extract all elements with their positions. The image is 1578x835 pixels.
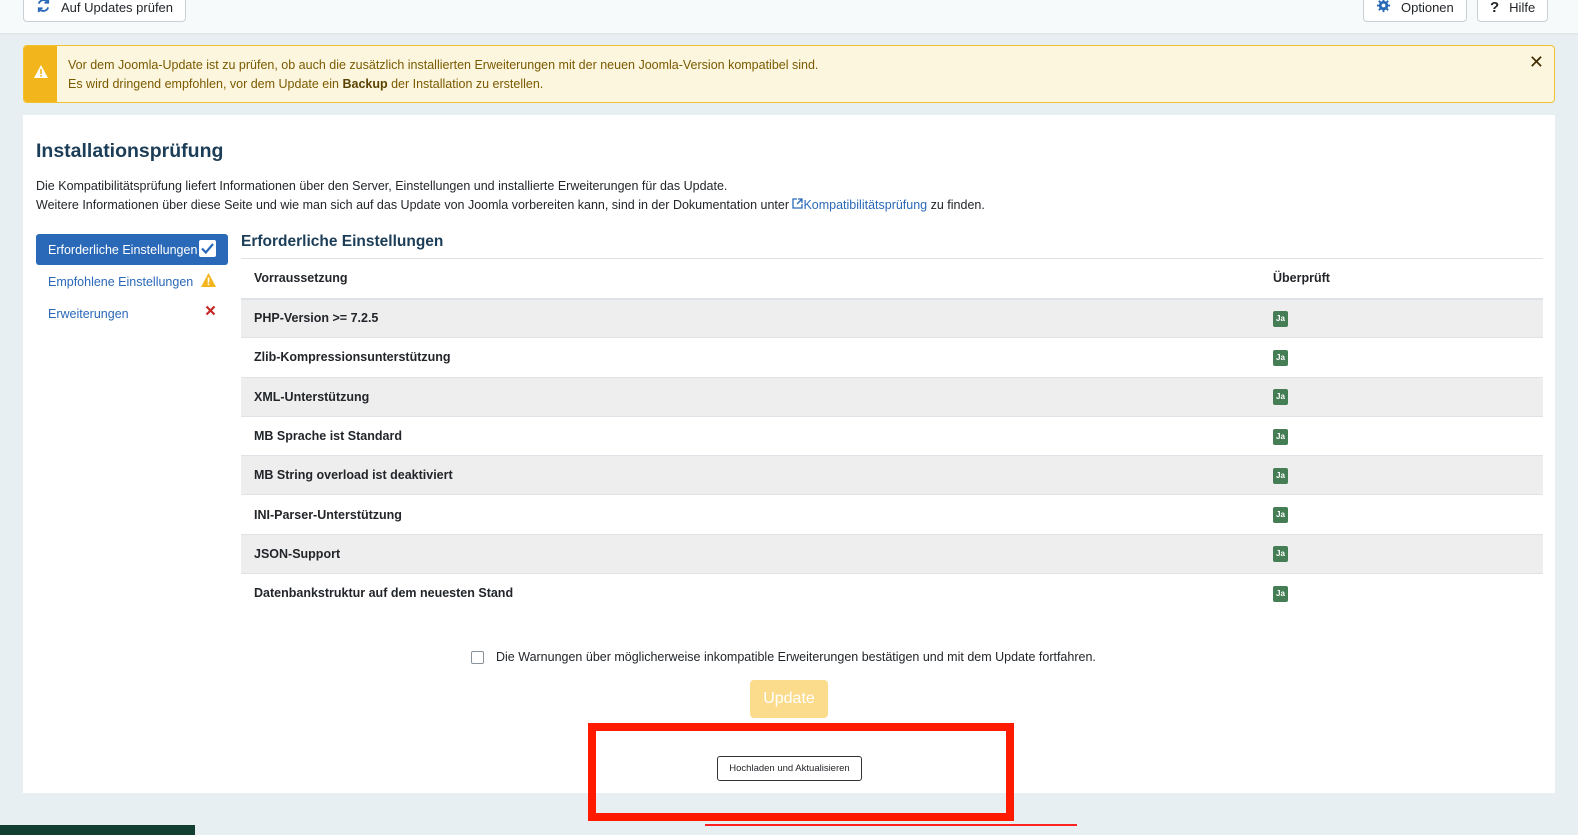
requirement-name: Datenbankstruktur auf dem neuesten Stand xyxy=(241,573,1260,613)
requirement-name: XML-Unterstützung xyxy=(241,376,1260,417)
check-icon xyxy=(199,240,216,257)
requirements-table: Vorraussetzung Überprüft PHP-Version >= … xyxy=(241,258,1543,613)
status-badge: Ja xyxy=(1273,428,1288,445)
requirement-name: PHP-Version >= 7.2.5 xyxy=(241,297,1260,338)
table-row: MB Sprache ist Standard Ja xyxy=(241,415,1543,456)
confirm-row: Die Warnungen über möglicherweise inkomp… xyxy=(471,650,1096,664)
confirm-checkbox[interactable] xyxy=(471,650,484,664)
alert-line-1: Vor dem Joomla-Update ist zu prüfen, ob … xyxy=(68,58,819,72)
gear-icon xyxy=(1376,0,1391,16)
status-badge: Ja xyxy=(1273,310,1288,327)
alert-line-2: Es wird dringend empfohlen, vor dem Upda… xyxy=(68,75,818,94)
alert-stripe xyxy=(24,46,57,102)
status-badge: Ja xyxy=(1273,349,1288,366)
installation-check-card: Installationsprüfung Die Kompatibilitäts… xyxy=(23,115,1555,793)
status-badge: Ja xyxy=(1273,546,1288,563)
table-row: INI-Parser-Unterstützung Ja xyxy=(241,494,1543,535)
toolbar: Auf Updates prüfen Optionen ? Hilfe xyxy=(0,0,1578,33)
section-title: Erforderliche Einstellungen xyxy=(241,233,444,250)
highlight-box xyxy=(588,723,1014,821)
table-header-row: Vorraussetzung Überprüft xyxy=(241,258,1543,300)
confirm-label: Die Warnungen über möglicherweise inkomp… xyxy=(496,650,1096,664)
requirement-name: MB String overload ist deaktiviert xyxy=(241,455,1260,495)
close-icon[interactable]: ✕ xyxy=(1529,52,1544,73)
requirement-name: Zlib-Kompressionsunterstützung xyxy=(241,337,1260,378)
desc-line-2-pre: Weitere Informationen über diese Seite u… xyxy=(36,198,793,212)
compat-doc-link-label: Kompatibilitätsprüfung xyxy=(803,198,928,212)
sidebar-item-label: Erweiterungen xyxy=(48,306,129,321)
sidebar-item-required[interactable]: Erforderliche Einstellungen xyxy=(36,234,228,265)
col-requirement: Vorraussetzung xyxy=(241,258,1260,300)
footer-bar xyxy=(0,825,195,835)
red-underline xyxy=(705,824,1077,826)
sidebar-item-recommended[interactable]: Empfohlene Einstellungen xyxy=(36,266,228,297)
table-row: JSON-Support Ja xyxy=(241,533,1543,574)
col-checked: Überprüft xyxy=(1260,258,1543,300)
options-label: Optionen xyxy=(1401,0,1454,15)
warning-icon xyxy=(33,65,48,83)
sidebar-item-label: Empfohlene Einstellungen xyxy=(48,274,194,289)
help-label: Hilfe xyxy=(1509,0,1536,15)
alert-text: Vor dem Joomla-Update ist zu prüfen, ob … xyxy=(68,56,818,94)
table-row: PHP-Version >= 7.2.5 Ja xyxy=(241,297,1543,338)
options-button[interactable]: Optionen xyxy=(1363,0,1467,22)
desc-line-2: Weitere Informationen über diese Seite u… xyxy=(36,196,985,215)
help-button[interactable]: ? Hilfe xyxy=(1477,0,1549,22)
status-badge: Ja xyxy=(1273,507,1288,524)
desc-line-2-post: zu finden. xyxy=(927,198,985,212)
table-row: MB String overload ist deaktiviert Ja xyxy=(241,455,1543,495)
table-row: Datenbankstruktur auf dem neuesten Stand… xyxy=(241,573,1543,613)
sync-icon xyxy=(36,0,51,16)
table-row: Zlib-Kompressionsunterstützung Ja xyxy=(241,337,1543,378)
check-updates-button[interactable]: Auf Updates prüfen xyxy=(23,0,187,22)
cross-icon xyxy=(205,305,216,319)
requirement-name: MB Sprache ist Standard xyxy=(241,415,1260,456)
warning-alert: Vor dem Joomla-Update ist zu prüfen, ob … xyxy=(23,45,1555,103)
status-badge: Ja xyxy=(1273,389,1288,406)
update-button[interactable]: Update xyxy=(750,680,828,718)
status-badge: Ja xyxy=(1273,585,1288,602)
alert-line-2-pre: Es wird dringend empfohlen, vor dem Upda… xyxy=(68,77,343,91)
question-icon: ? xyxy=(1490,0,1500,16)
sidebar-item-extensions[interactable]: Erweiterungen xyxy=(36,298,228,329)
compat-doc-link[interactable]: Kompatibilitätsprüfung xyxy=(792,198,927,212)
desc-line-1: Die Kompatibilitätsprüfung liefert Infor… xyxy=(36,179,728,193)
page-title: Installationsprüfung xyxy=(36,140,224,162)
requirement-name: JSON-Support xyxy=(241,533,1260,574)
check-updates-label: Auf Updates prüfen xyxy=(61,0,174,15)
alert-line-2-post: der Installation zu erstellen. xyxy=(387,77,544,91)
sidebar: Erforderliche Einstellungen Empfohlene E… xyxy=(36,234,228,330)
requirement-name: INI-Parser-Unterstützung xyxy=(241,494,1260,535)
status-badge: Ja xyxy=(1273,467,1288,484)
warning-icon xyxy=(201,273,216,290)
page-description: Die Kompatibilitätsprüfung liefert Infor… xyxy=(36,177,985,215)
table-row: XML-Unterstützung Ja xyxy=(241,376,1543,417)
sidebar-item-label: Erforderliche Einstellungen xyxy=(48,242,198,257)
alert-backup-bold: Backup xyxy=(342,77,388,91)
external-link-icon xyxy=(792,198,804,212)
